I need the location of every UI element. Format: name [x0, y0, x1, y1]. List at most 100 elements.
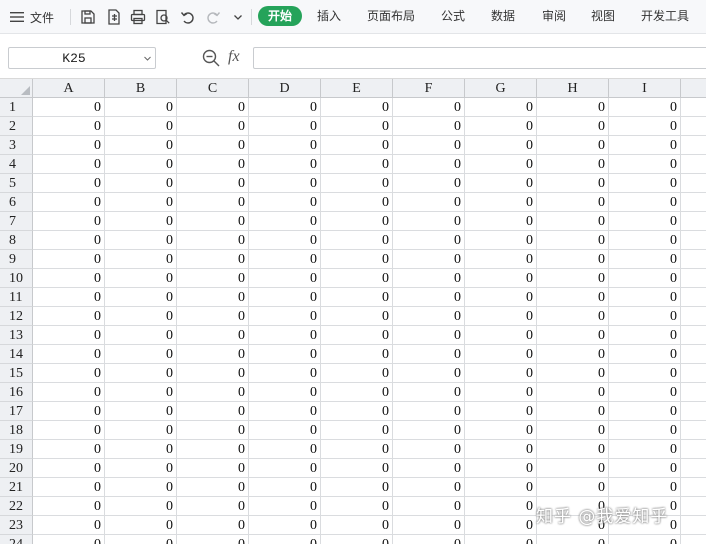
cell-partial-18[interactable]: [681, 421, 706, 440]
cell-i2[interactable]: 0: [609, 117, 681, 136]
cell-e5[interactable]: 0: [321, 174, 393, 193]
cell-f4[interactable]: 0: [393, 155, 465, 174]
cell-c8[interactable]: 0: [177, 231, 249, 250]
cell-g4[interactable]: 0: [465, 155, 537, 174]
row-header-14[interactable]: 14: [0, 345, 33, 364]
cell-b4[interactable]: 0: [105, 155, 177, 174]
cell-a11[interactable]: 0: [33, 288, 105, 307]
cell-d1[interactable]: 0: [249, 98, 321, 117]
cell-d16[interactable]: 0: [249, 383, 321, 402]
row-header-18[interactable]: 18: [0, 421, 33, 440]
cell-b9[interactable]: 0: [105, 250, 177, 269]
cell-i4[interactable]: 0: [609, 155, 681, 174]
cell-b18[interactable]: 0: [105, 421, 177, 440]
cell-b15[interactable]: 0: [105, 364, 177, 383]
cell-a7[interactable]: 0: [33, 212, 105, 231]
row-header-20[interactable]: 20: [0, 459, 33, 478]
cell-h16[interactable]: 0: [537, 383, 609, 402]
cell-a4[interactable]: 0: [33, 155, 105, 174]
tab-view[interactable]: 视图: [591, 8, 615, 25]
cell-e20[interactable]: 0: [321, 459, 393, 478]
cell-partial-10[interactable]: [681, 269, 706, 288]
cell-d2[interactable]: 0: [249, 117, 321, 136]
row-header-22[interactable]: 22: [0, 497, 33, 516]
cell-a3[interactable]: 0: [33, 136, 105, 155]
cell-h2[interactable]: 0: [537, 117, 609, 136]
row-header-19[interactable]: 19: [0, 440, 33, 459]
cell-partial-2[interactable]: [681, 117, 706, 136]
cell-i21[interactable]: 0: [609, 478, 681, 497]
cell-partial-16[interactable]: [681, 383, 706, 402]
cell-i20[interactable]: 0: [609, 459, 681, 478]
cell-a8[interactable]: 0: [33, 231, 105, 250]
column-header-h[interactable]: H: [537, 79, 609, 98]
cell-d22[interactable]: 0: [249, 497, 321, 516]
cell-g16[interactable]: 0: [465, 383, 537, 402]
cell-b12[interactable]: 0: [105, 307, 177, 326]
cell-a18[interactable]: 0: [33, 421, 105, 440]
fx-icon[interactable]: fx: [228, 48, 240, 66]
cell-partial-11[interactable]: [681, 288, 706, 307]
cell-g9[interactable]: 0: [465, 250, 537, 269]
cell-h14[interactable]: 0: [537, 345, 609, 364]
cell-c18[interactable]: 0: [177, 421, 249, 440]
cell-c6[interactable]: 0: [177, 193, 249, 212]
column-header-f[interactable]: F: [393, 79, 465, 98]
file-menu[interactable]: 文件: [10, 7, 54, 27]
cell-h8[interactable]: 0: [537, 231, 609, 250]
row-header-13[interactable]: 13: [0, 326, 33, 345]
cell-f21[interactable]: 0: [393, 478, 465, 497]
cell-b20[interactable]: 0: [105, 459, 177, 478]
cell-b10[interactable]: 0: [105, 269, 177, 288]
column-header-e[interactable]: E: [321, 79, 393, 98]
zoom-icon[interactable]: [201, 48, 221, 68]
cell-g12[interactable]: 0: [465, 307, 537, 326]
cell-f20[interactable]: 0: [393, 459, 465, 478]
cell-d12[interactable]: 0: [249, 307, 321, 326]
row-header-4[interactable]: 4: [0, 155, 33, 174]
cell-c15[interactable]: 0: [177, 364, 249, 383]
cell-e8[interactable]: 0: [321, 231, 393, 250]
cell-a17[interactable]: 0: [33, 402, 105, 421]
cell-i1[interactable]: 0: [609, 98, 681, 117]
cell-d4[interactable]: 0: [249, 155, 321, 174]
row-header-15[interactable]: 15: [0, 364, 33, 383]
save-icon[interactable]: [78, 7, 98, 27]
column-header-d[interactable]: D: [249, 79, 321, 98]
cell-i3[interactable]: 0: [609, 136, 681, 155]
row-header-6[interactable]: 6: [0, 193, 33, 212]
row-header-5[interactable]: 5: [0, 174, 33, 193]
name-box[interactable]: K25: [8, 47, 156, 69]
cell-e11[interactable]: 0: [321, 288, 393, 307]
cell-c24[interactable]: 0: [177, 535, 249, 544]
cell-i6[interactable]: 0: [609, 193, 681, 212]
cell-g14[interactable]: 0: [465, 345, 537, 364]
cell-f12[interactable]: 0: [393, 307, 465, 326]
cell-partial-3[interactable]: [681, 136, 706, 155]
cell-i14[interactable]: 0: [609, 345, 681, 364]
export-pdf-icon[interactable]: [104, 7, 124, 27]
cell-f18[interactable]: 0: [393, 421, 465, 440]
tab-data[interactable]: 数据: [491, 8, 515, 25]
cell-f9[interactable]: 0: [393, 250, 465, 269]
cell-f19[interactable]: 0: [393, 440, 465, 459]
cell-partial-17[interactable]: [681, 402, 706, 421]
cell-e3[interactable]: 0: [321, 136, 393, 155]
cell-b16[interactable]: 0: [105, 383, 177, 402]
cell-i13[interactable]: 0: [609, 326, 681, 345]
cell-f5[interactable]: 0: [393, 174, 465, 193]
cell-e18[interactable]: 0: [321, 421, 393, 440]
cell-b7[interactable]: 0: [105, 212, 177, 231]
cell-d14[interactable]: 0: [249, 345, 321, 364]
cell-c2[interactable]: 0: [177, 117, 249, 136]
cell-h18[interactable]: 0: [537, 421, 609, 440]
formula-input[interactable]: [253, 47, 706, 69]
cell-a10[interactable]: 0: [33, 269, 105, 288]
cell-c9[interactable]: 0: [177, 250, 249, 269]
cell-e15[interactable]: 0: [321, 364, 393, 383]
cell-g6[interactable]: 0: [465, 193, 537, 212]
tab-review[interactable]: 审阅: [542, 8, 566, 25]
cell-f10[interactable]: 0: [393, 269, 465, 288]
cell-a12[interactable]: 0: [33, 307, 105, 326]
column-header-b[interactable]: B: [105, 79, 177, 98]
